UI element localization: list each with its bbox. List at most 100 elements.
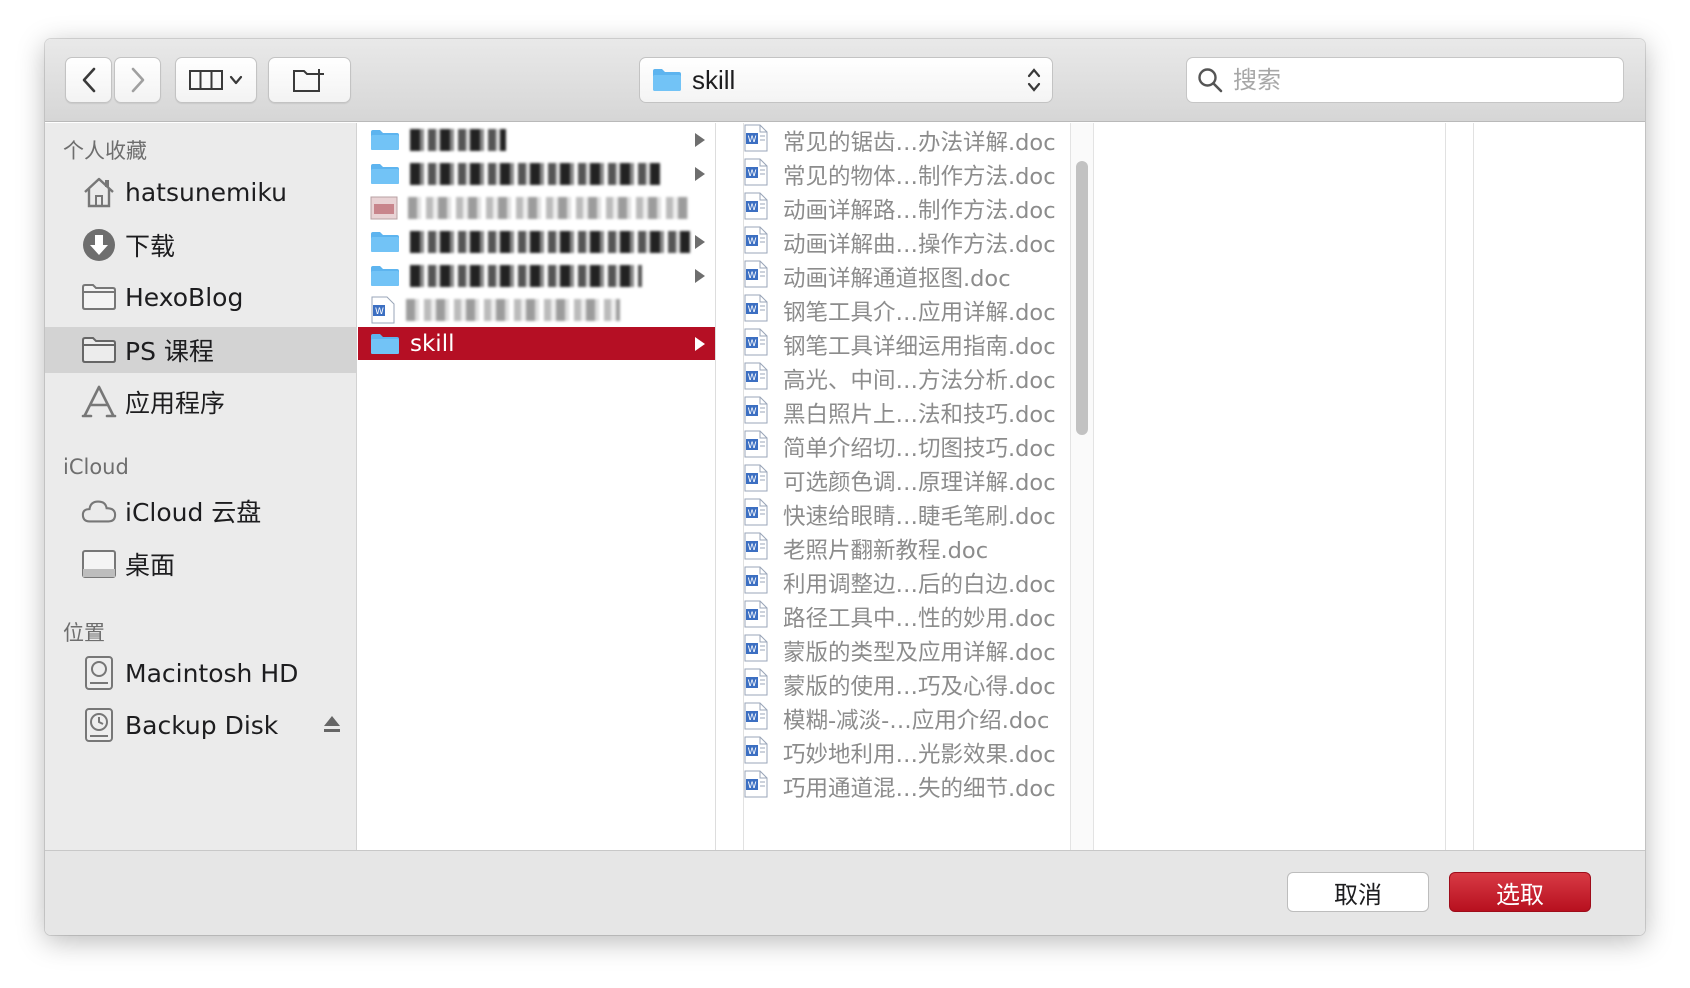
eject-icon[interactable] bbox=[322, 712, 342, 741]
toolbar: skill bbox=[45, 39, 1645, 122]
open-dialog-window: skill 个人收藏 hatsunemiku 下载 HexoBlog bbox=[45, 39, 1645, 935]
file-name: 动画详解曲…操作方法.doc bbox=[783, 231, 1056, 258]
location-popup[interactable]: skill bbox=[639, 57, 1053, 103]
list-item[interactable] bbox=[358, 157, 715, 190]
sidebar-item-icloud-drive[interactable]: iCloud 云盘 bbox=[45, 488, 356, 534]
file-item[interactable]: W 巧用通道混…失的细节.doc bbox=[743, 770, 1056, 803]
scrollbar-thumb[interactable] bbox=[1076, 161, 1088, 435]
list-item[interactable] bbox=[358, 191, 715, 224]
list-item[interactable]: W bbox=[358, 293, 715, 326]
search-input[interactable] bbox=[1233, 66, 1613, 94]
chevron-down-icon bbox=[229, 75, 243, 85]
file-name: 巧用通道混…失的细节.doc bbox=[783, 775, 1056, 802]
word-doc-icon: W bbox=[371, 296, 395, 323]
back-button[interactable] bbox=[65, 57, 112, 103]
file-name: 常见的锯齿…办法详解.doc bbox=[783, 129, 1056, 156]
cancel-button[interactable]: 取消 bbox=[1287, 872, 1429, 912]
folder-icon bbox=[81, 332, 117, 368]
sidebar-item-desktop[interactable]: 桌面 bbox=[45, 541, 356, 587]
word-doc-icon: W bbox=[743, 566, 769, 600]
search-icon bbox=[1198, 68, 1223, 93]
file-name: 简单介绍切…切图技巧.doc bbox=[783, 435, 1056, 462]
file-name: 利用调整边…后的白边.doc bbox=[783, 571, 1056, 598]
redacted-name bbox=[406, 298, 620, 321]
file-item[interactable]: W 常见的锯齿…办法详解.doc bbox=[743, 124, 1056, 157]
file-name: 常见的物体…制作方法.doc bbox=[783, 163, 1056, 190]
file-item[interactable]: W 钢笔工具详细运用指南.doc bbox=[743, 328, 1056, 361]
sidebar-item-downloads[interactable]: 下载 bbox=[45, 222, 356, 268]
word-doc-icon: W bbox=[743, 124, 769, 158]
file-item[interactable]: W 动画详解路…制作方法.doc bbox=[743, 192, 1056, 225]
chevron-left-icon bbox=[82, 67, 95, 93]
folder-icon bbox=[371, 265, 399, 286]
file-item[interactable]: W 钢笔工具介…应用详解.doc bbox=[743, 294, 1056, 327]
list-item[interactable] bbox=[358, 225, 715, 258]
file-item[interactable]: W 模糊-减淡-…应用介绍.doc bbox=[743, 702, 1049, 735]
svg-text:W: W bbox=[748, 271, 757, 281]
file-item[interactable]: W 巧妙地利用…光影效果.doc bbox=[743, 736, 1056, 769]
file-name: 动画详解路…制作方法.doc bbox=[783, 197, 1056, 224]
sidebar-item-label: PS 课程 bbox=[125, 337, 214, 366]
file-item[interactable]: W 简单介绍切…切图技巧.doc bbox=[743, 430, 1056, 463]
sidebar-item-label: 应用程序 bbox=[125, 389, 226, 418]
choose-button[interactable]: 选取 bbox=[1449, 872, 1591, 912]
svg-text:W: W bbox=[748, 543, 757, 553]
svg-text:W: W bbox=[748, 611, 757, 621]
sidebar-item-label: 下载 bbox=[125, 232, 176, 261]
svg-text:W: W bbox=[748, 475, 757, 485]
file-item[interactable]: W 高光、中间…方法分析.doc bbox=[743, 362, 1056, 395]
file-item[interactable]: W 动画详解曲…操作方法.doc bbox=[743, 226, 1056, 259]
file-item[interactable]: W 黑白照片上…法和技巧.doc bbox=[743, 396, 1056, 429]
redacted-name bbox=[410, 162, 660, 185]
word-doc-icon: W bbox=[743, 362, 769, 396]
list-item-selected[interactable]: skill bbox=[358, 327, 715, 360]
file-item[interactable]: W 可选颜色调…原理详解.doc bbox=[743, 464, 1056, 497]
file-name: 钢笔工具详细运用指南.doc bbox=[783, 333, 1056, 360]
sidebar-item-applications[interactable]: 应用程序 bbox=[45, 379, 356, 425]
svg-text:W: W bbox=[748, 339, 757, 349]
image-file-icon bbox=[370, 196, 398, 219]
file-item[interactable]: W 蒙版的类型及应用详解.doc bbox=[743, 634, 1056, 667]
folder-icon bbox=[81, 279, 117, 315]
sidebar-item-backup-disk[interactable]: Backup Disk bbox=[45, 702, 356, 748]
svg-text:W: W bbox=[748, 645, 757, 655]
forward-button[interactable] bbox=[114, 57, 161, 103]
disclosure-arrow-icon bbox=[695, 235, 705, 249]
file-item[interactable]: W 路径工具中…性的妙用.doc bbox=[743, 600, 1056, 633]
svg-text:W: W bbox=[748, 577, 757, 587]
word-doc-icon: W bbox=[743, 158, 769, 192]
location-label: skill bbox=[692, 64, 736, 95]
file-item[interactable]: W 动画详解通道抠图.doc bbox=[743, 260, 1011, 293]
sidebar-item-hexoblog[interactable]: HexoBlog bbox=[45, 274, 356, 320]
file-name: 老照片翻新教程.doc bbox=[783, 537, 989, 564]
word-doc-icon: W bbox=[743, 192, 769, 226]
file-item[interactable]: W 常见的物体…制作方法.doc bbox=[743, 158, 1056, 191]
folder-icon bbox=[371, 163, 399, 184]
folder-name: skill bbox=[410, 330, 455, 357]
sidebar-item-home[interactable]: hatsunemiku bbox=[45, 169, 356, 215]
list-item[interactable] bbox=[358, 259, 715, 292]
svg-text:W: W bbox=[748, 509, 757, 519]
list-item[interactable] bbox=[358, 123, 715, 156]
redacted-name bbox=[408, 196, 688, 219]
sidebar-item-macintosh-hd[interactable]: Macintosh HD bbox=[45, 650, 356, 696]
folder-icon bbox=[653, 69, 681, 91]
word-doc-icon: W bbox=[743, 532, 769, 566]
file-item[interactable]: W 老照片翻新教程.doc bbox=[743, 532, 988, 565]
search-field[interactable] bbox=[1186, 57, 1624, 103]
file-item[interactable]: W 快速给眼睛…睫毛笔刷.doc bbox=[743, 498, 1056, 531]
file-name: 快速给眼睛…睫毛笔刷.doc bbox=[783, 503, 1056, 530]
sidebar-item-label: hatsunemiku bbox=[125, 177, 287, 207]
file-item[interactable]: W 利用调整边…后的白边.doc bbox=[743, 566, 1056, 599]
up-down-chevron-icon bbox=[1027, 68, 1041, 92]
file-item[interactable]: W 蒙版的使用…巧及心得.doc bbox=[743, 668, 1056, 701]
svg-text:W: W bbox=[748, 781, 757, 791]
view-mode-button[interactable] bbox=[175, 57, 257, 103]
file-name: 蒙版的类型及应用详解.doc bbox=[783, 639, 1056, 666]
file-name: 路径工具中…性的妙用.doc bbox=[783, 605, 1056, 632]
sidebar-item-label: iCloud 云盘 bbox=[125, 498, 262, 527]
new-folder-button[interactable] bbox=[268, 57, 351, 103]
sidebar-item-ps-course[interactable]: PS 课程 bbox=[45, 327, 356, 373]
word-doc-icon: W bbox=[743, 396, 769, 430]
word-doc-icon: W bbox=[743, 600, 769, 634]
